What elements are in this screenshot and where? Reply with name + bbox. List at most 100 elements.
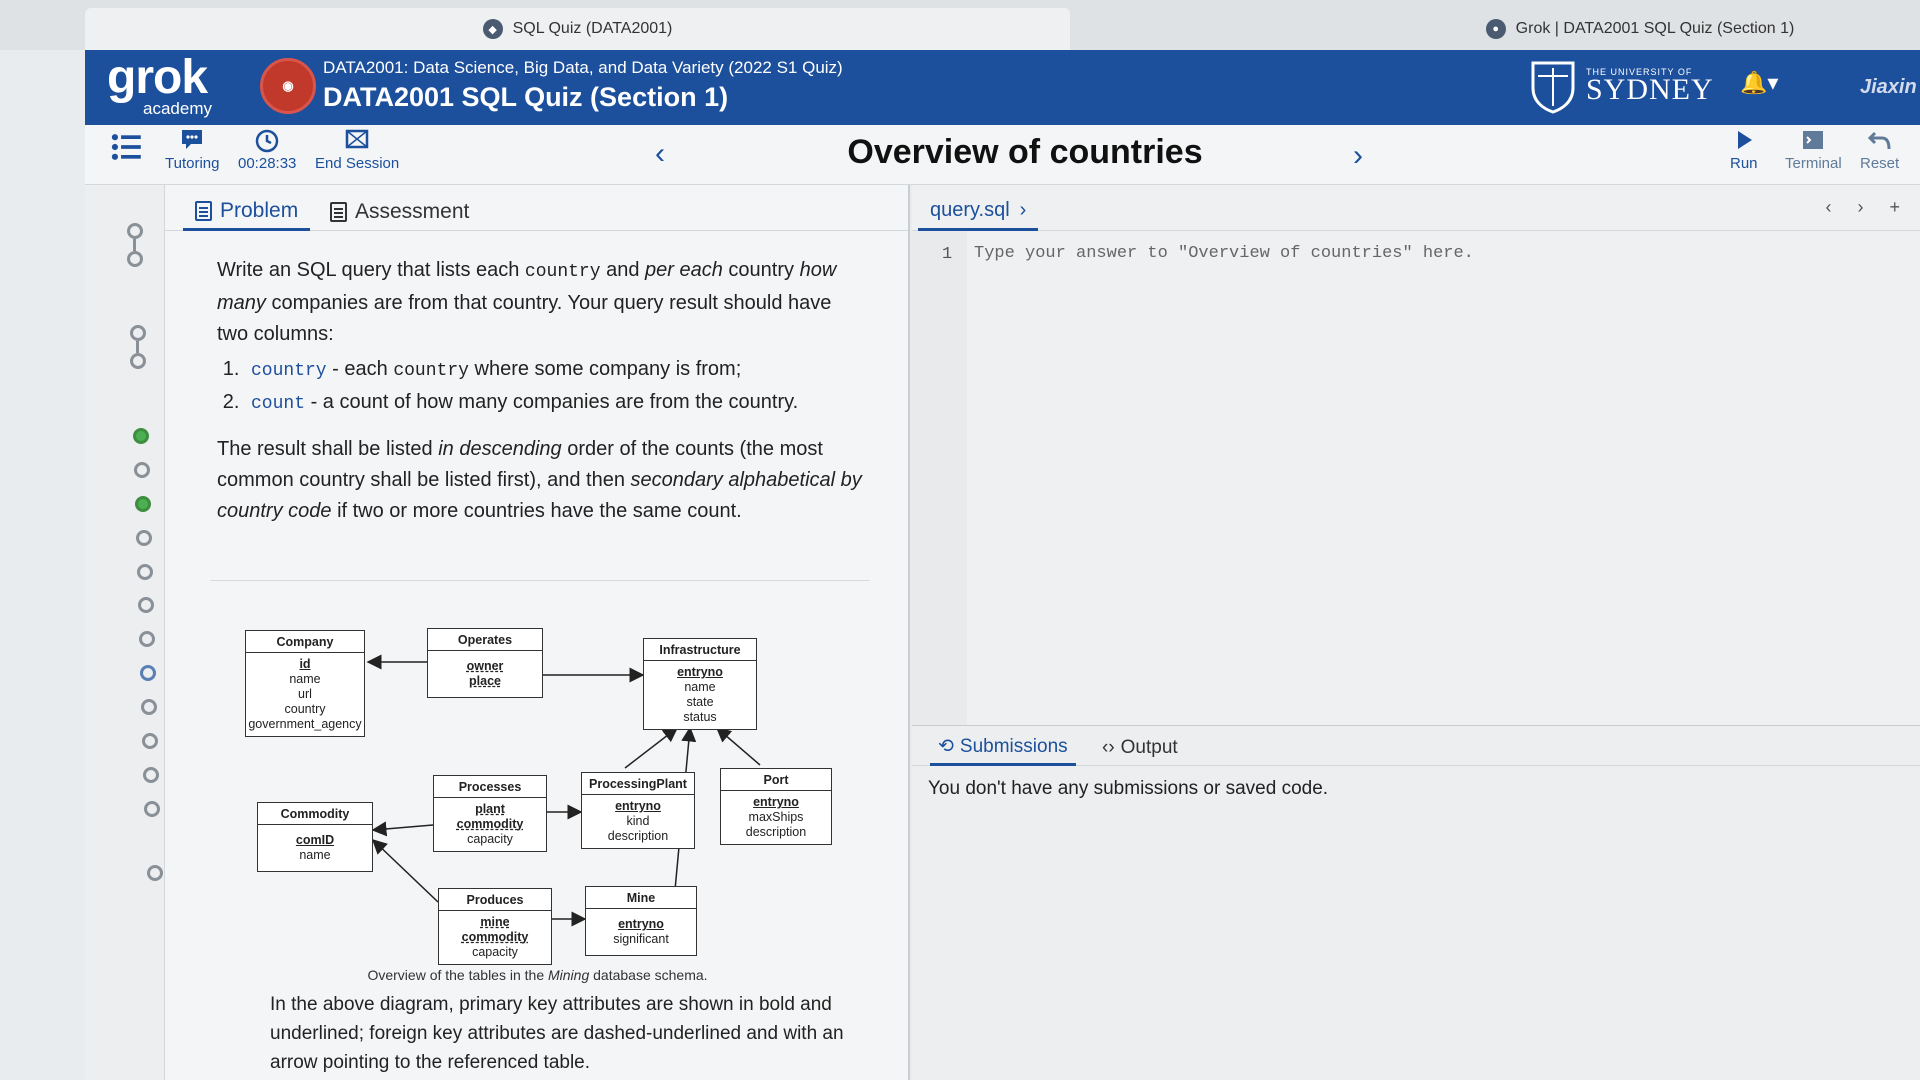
chevron-left-icon[interactable]: ‹ — [1825, 197, 1831, 218]
progress-dot[interactable] — [143, 767, 159, 783]
text: - a count of how many companies are from… — [305, 391, 799, 413]
code-editor-pane: query.sql › ‹ › + 1 Type your answer to … — [912, 185, 1920, 725]
screen: ◆ SQL Quiz (DATA2001) ● Grok | DATA2001 … — [0, 0, 1920, 1080]
progress-dot[interactable] — [142, 733, 158, 749]
next-problem-chevron-icon[interactable]: › — [1353, 139, 1363, 173]
code-country: country — [251, 361, 327, 381]
course-subtitle[interactable]: DATA2001: Data Science, Big Data, and Da… — [323, 58, 843, 78]
emphasis: in descending — [438, 438, 562, 460]
tab-assessment-label: Assessment — [355, 200, 470, 223]
problem-paragraph-2: The result shall be listed in descending… — [217, 434, 867, 527]
progress-dot-current[interactable] — [140, 665, 156, 681]
document-icon — [195, 200, 212, 221]
tutoring-button[interactable]: Tutoring — [165, 127, 219, 172]
text: where some company is from; — [468, 358, 742, 380]
schema-diagram: Company id name url country government_a… — [245, 600, 845, 975]
table-attributes: owner place — [428, 651, 542, 697]
tab-assessment[interactable]: Assessment — [330, 193, 469, 231]
table-processes: Processes plant commodity capacity — [433, 775, 547, 852]
progress-dot[interactable] — [147, 865, 163, 881]
table-infrastructure: Infrastructure entryno name state status — [643, 638, 757, 730]
column-list: country - each country where some compan… — [245, 354, 867, 420]
text: - each — [326, 358, 394, 380]
user-name[interactable]: Jiaxin — [1860, 76, 1917, 99]
table-title: Produces — [439, 889, 551, 911]
browser-tab-title: Grok | DATA2001 SQL Quiz (Section 1) — [1515, 20, 1795, 37]
browser-tab-sql-quiz[interactable]: ◆ SQL Quiz (DATA2001) — [85, 8, 1070, 50]
progress-connector — [133, 239, 136, 251]
progress-dot[interactable] — [138, 597, 154, 613]
reset-button[interactable]: Reset — [1860, 127, 1899, 172]
progress-connector — [136, 341, 139, 353]
progress-dot[interactable] — [127, 251, 143, 267]
list-item: count - a count of how many companies ar… — [245, 387, 867, 420]
end-session-button[interactable]: End Session — [315, 127, 399, 172]
progress-dot[interactable] — [134, 462, 150, 478]
table-company: Company id name url country government_a… — [245, 630, 365, 737]
tab-problem[interactable]: Problem — [183, 193, 311, 231]
attribute: name — [289, 672, 321, 686]
logo-sub: academy — [143, 99, 212, 118]
progress-dot-done[interactable] — [135, 496, 151, 512]
chevron-right-icon[interactable]: › — [1857, 197, 1863, 218]
tab-submissions[interactable]: ⟲ Submissions — [930, 730, 1076, 766]
progress-dot-done[interactable] — [133, 428, 149, 444]
table-commodity: Commodity comID name — [257, 802, 373, 872]
foreign-key: owner — [466, 659, 504, 673]
progress-dot[interactable] — [136, 530, 152, 546]
editor-gutter — [912, 231, 967, 725]
progress-dot[interactable] — [127, 223, 143, 239]
notification-bell-icon[interactable]: 🔔▾ — [1740, 70, 1778, 96]
table-attributes: id name url country government_agency — [246, 653, 364, 736]
primary-key: entryno — [677, 665, 723, 679]
tutoring-label: Tutoring — [165, 155, 220, 172]
list-icon — [111, 134, 141, 160]
code-count: count — [251, 394, 306, 414]
table-title: Operates — [428, 629, 542, 651]
text: and — [600, 259, 646, 281]
tab-output[interactable]: ‹› Output — [1102, 730, 1178, 766]
attribute: kind — [626, 814, 650, 828]
browser-tab-grok[interactable]: ● Grok | DATA2001 SQL Quiz (Section 1) — [1380, 8, 1900, 50]
attribute: name — [684, 680, 716, 694]
progress-dot[interactable] — [139, 631, 155, 647]
progress-dot[interactable] — [130, 353, 146, 369]
tab-output-label: Output — [1120, 737, 1178, 758]
progress-dot[interactable] — [141, 699, 157, 715]
divider — [210, 580, 870, 581]
add-file-icon[interactable]: + — [1889, 197, 1900, 218]
attribute: capacity — [467, 832, 513, 846]
attribute: status — [683, 710, 717, 724]
table-title: Mine — [586, 887, 696, 909]
table-title: Processes — [434, 776, 546, 798]
chat-icon — [182, 130, 203, 149]
code-country: country — [524, 262, 601, 282]
primary-key: entryno — [618, 917, 664, 931]
progress-dot[interactable] — [130, 325, 146, 341]
tab-query-sql[interactable]: query.sql › — [918, 193, 1039, 231]
progress-dot[interactable] — [144, 801, 160, 817]
diagram-caption: Overview of the tables in the Mining dat… — [165, 967, 908, 983]
progress-dot[interactable] — [137, 564, 153, 580]
university-name: SYDNEY — [1586, 73, 1714, 106]
terminal-button[interactable]: Terminal — [1785, 127, 1842, 172]
primary-key: entryno — [615, 799, 661, 813]
attribute: description — [745, 825, 807, 839]
primary-key: comID — [295, 833, 335, 847]
grok-logo[interactable]: grok academy — [107, 54, 227, 119]
menu-list-button[interactable] — [110, 131, 142, 163]
table-attributes: mine commodity capacity — [439, 911, 551, 964]
run-button[interactable]: Run — [1730, 127, 1758, 172]
table-attributes: entryno maxShips description — [721, 791, 831, 844]
previous-problem-chevron-icon[interactable]: ‹ — [655, 137, 665, 171]
play-icon — [1737, 131, 1752, 149]
list-item: country - each country where some compan… — [245, 354, 867, 387]
text: The result shall be listed — [217, 438, 439, 460]
timer-value: 00:28:33 — [238, 155, 297, 172]
emphasis: per each — [645, 259, 723, 281]
table-mine: Mine entryno significant — [585, 886, 697, 956]
code-input[interactable]: Type your answer to "Overview of countri… — [974, 244, 1474, 263]
editor-tab-nav: ‹ › + — [1825, 197, 1900, 218]
text: Write an SQL query that lists each — [217, 259, 525, 281]
attribute: significant — [613, 932, 669, 946]
